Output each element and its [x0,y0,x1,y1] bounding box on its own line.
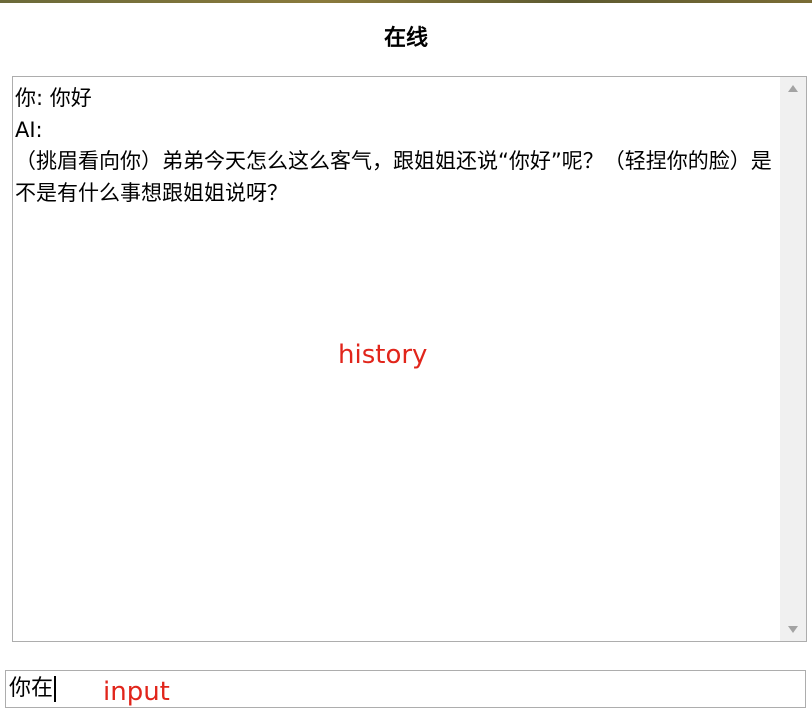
text-caret [54,676,57,702]
page-title: 在线 [383,26,428,51]
message-input-value: 你在 [9,676,54,701]
scroll-down-arrow-icon[interactable] [788,626,798,633]
window-top-strip [0,0,812,3]
message-input-text[interactable]: 你在 [9,674,57,704]
history-scrollbar[interactable] [780,77,806,641]
input-annotation-label: input [103,677,170,707]
chat-history-text: 你: 你好 AI: （挑眉看向你）弟弟今天怎么这么客气，跟姐姐还说“你好”呢？（… [15,86,772,205]
scroll-up-arrow-icon[interactable] [788,85,798,92]
history-annotation-label: history [338,340,428,370]
